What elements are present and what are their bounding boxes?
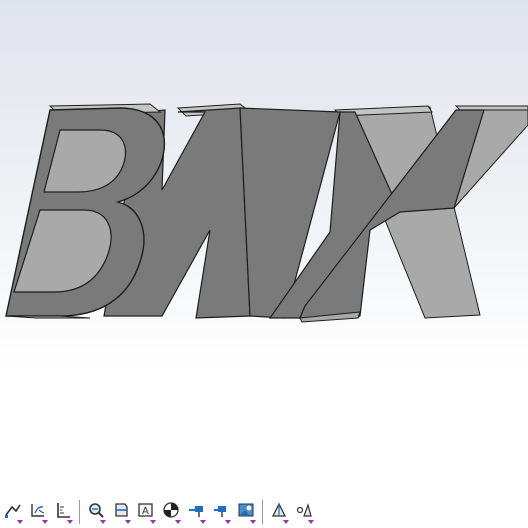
dropdown-arrow-icon: [225, 520, 231, 524]
dropdown-arrow-icon: [308, 520, 314, 524]
b-side-face: [5, 315, 91, 319]
toolbar-separator: [79, 500, 80, 524]
dropdown-arrow-icon: [175, 520, 181, 524]
view-settings-button[interactable]: [268, 500, 290, 524]
bmx-3d-model[interactable]: [0, 0, 528, 528]
apply-scene-button[interactable]: [235, 500, 257, 524]
lighting-button[interactable]: [293, 500, 315, 524]
dropdown-arrow-icon: [150, 520, 156, 524]
heads-up-view-toolbar: A: [0, 496, 528, 528]
section-view-button[interactable]: [110, 500, 132, 524]
dropdown-arrow-icon: [283, 520, 289, 524]
zoom-to-fit-button[interactable]: [85, 500, 107, 524]
svg-text:A: A: [142, 506, 149, 517]
toolbar-separator: [262, 500, 263, 524]
sketch-filter-button[interactable]: [27, 500, 49, 524]
edit-appearance-button[interactable]: [210, 500, 232, 524]
dropdown-arrow-icon: [67, 520, 73, 524]
annotation-view-button[interactable]: A: [135, 500, 157, 524]
measure-button[interactable]: [52, 500, 74, 524]
dropdown-arrow-icon: [17, 520, 23, 524]
dropdown-arrow-icon: [125, 520, 131, 524]
dropdown-arrow-icon: [100, 520, 106, 524]
display-style-button[interactable]: [160, 500, 182, 524]
dropdown-arrow-icon: [200, 520, 206, 524]
graphics-area[interactable]: [0, 0, 528, 528]
edge-filter-button[interactable]: [2, 500, 24, 524]
dropdown-arrow-icon: [42, 520, 48, 524]
dropdown-arrow-icon: [250, 520, 256, 524]
hide-show-items-button[interactable]: [185, 500, 207, 524]
